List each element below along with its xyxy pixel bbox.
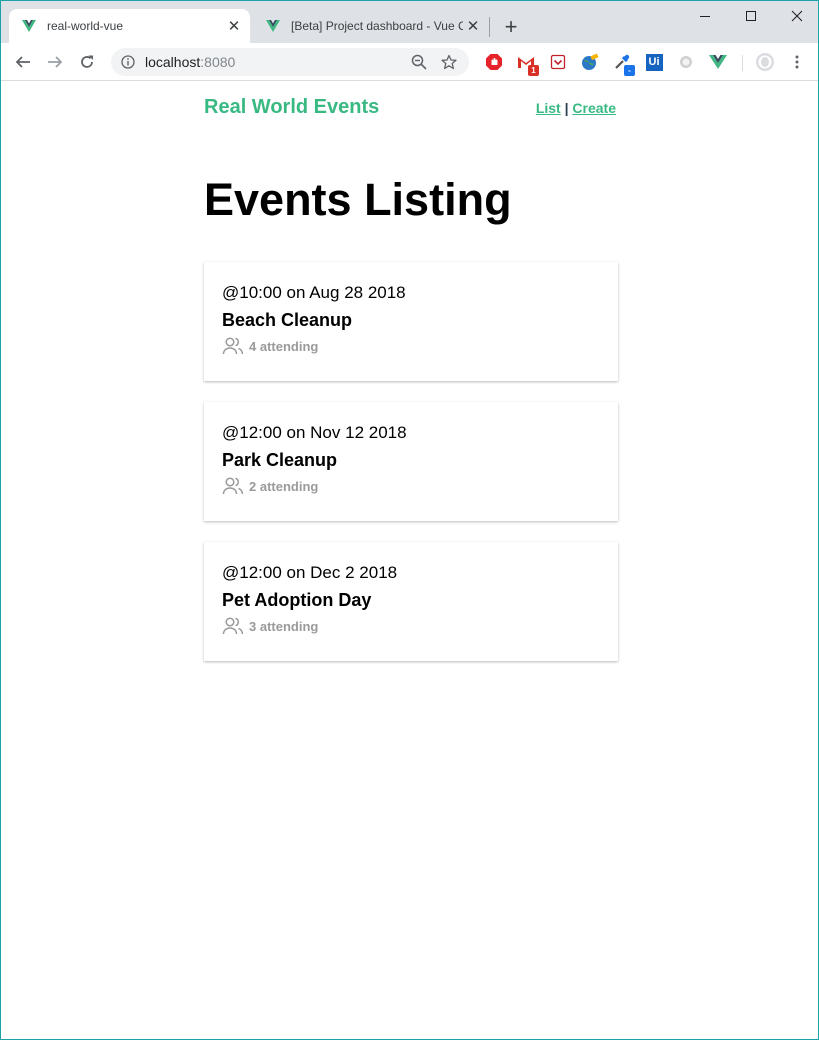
attending-count: 3 attending [249,618,319,634]
url-host: localhost [145,54,201,70]
event-time: @12:00 on Dec 2 2018 [222,563,398,582]
url-text: localhost:8080 [145,54,409,70]
back-button[interactable] [11,50,35,74]
tab-title: [Beta] Project dashboard - Vue C [291,19,463,33]
forward-button[interactable] [43,50,67,74]
menu-kebab-icon[interactable] [787,52,807,72]
tab-strip: real-world-vue ✕ [Beta] Project dashboar… [1,1,818,43]
browser-window: real-world-vue ✕ [Beta] Project dashboar… [0,0,819,1040]
record-icon[interactable] [676,52,696,72]
event-time: @12:00 on Nov 12 2018 [222,423,407,442]
eyedropper-icon[interactable]: - [612,52,635,76]
url-port: :8080 [200,54,236,70]
event-attendance: 2 attending [222,476,600,496]
earth-icon[interactable] [580,52,600,72]
users-icon [222,336,244,356]
ui-icon[interactable]: Ui [644,52,664,72]
event-card[interactable]: @12:00 on Dec 2 2018 Pet Adoption Day 3 … [204,542,618,661]
gmail-icon[interactable]: 1 [516,52,539,76]
users-icon [222,476,244,496]
zoom-icon[interactable] [409,52,429,72]
nav-link-list[interactable]: List [536,100,561,116]
vue-logo-icon [21,18,37,34]
page-title: Events Listing [204,174,512,225]
event-attendance: 4 attending [222,336,600,356]
ui-icon-label: Ui [645,53,663,71]
opera-adblock-icon[interactable] [484,52,504,72]
close-window-button[interactable] [774,1,818,31]
attending-count: 4 attending [249,338,319,354]
event-attendance: 3 attending [222,616,600,636]
tab-title: real-world-vue [47,19,124,33]
vue-devtools-icon[interactable] [708,52,728,72]
tab-real-world-vue[interactable]: real-world-vue ✕ [9,9,250,43]
page-content: Real World Events List | Create Events L… [1,82,818,1039]
profile-avatar-icon[interactable] [755,52,775,72]
tab-separator [489,17,490,37]
brand-title[interactable]: Real World Events [204,96,379,119]
close-tab-icon[interactable]: ✕ [224,16,244,36]
pocket-icon[interactable] [548,52,568,72]
toolbar-divider [742,55,743,71]
event-card[interactable]: @12:00 on Nov 12 2018 Park Cleanup 2 att… [204,402,618,521]
new-tab-button[interactable]: + [499,15,523,39]
browser-toolbar: localhost:8080 1 - Ui [1,43,818,81]
event-time: @10:00 on Aug 28 2018 [222,283,406,302]
gmail-badge: 1 [528,65,539,76]
nav-link-create[interactable]: Create [572,100,616,116]
event-list: @10:00 on Aug 28 2018 Beach Cleanup 4 at… [204,262,618,682]
maximize-button[interactable] [728,1,774,31]
close-tab-icon[interactable]: ✕ [463,16,483,36]
info-icon[interactable] [121,55,135,69]
bookmark-star-icon[interactable] [439,52,459,72]
attending-count: 2 attending [249,478,319,494]
reload-button[interactable] [75,50,99,74]
minimize-button[interactable] [682,1,728,31]
tab-project-dashboard[interactable]: [Beta] Project dashboard - Vue C ✕ [253,9,489,43]
event-title: Pet Adoption Day [222,590,372,610]
vue-logo-icon [265,18,281,34]
main-nav: List | Create [536,100,616,116]
nav-separator: | [560,100,573,116]
users-icon [222,616,244,636]
eyedropper-badge: - [624,65,635,76]
event-title: Beach Cleanup [222,310,353,330]
address-bar[interactable]: localhost:8080 [111,48,469,76]
event-title: Park Cleanup [222,450,338,470]
event-card[interactable]: @10:00 on Aug 28 2018 Beach Cleanup 4 at… [204,262,618,381]
